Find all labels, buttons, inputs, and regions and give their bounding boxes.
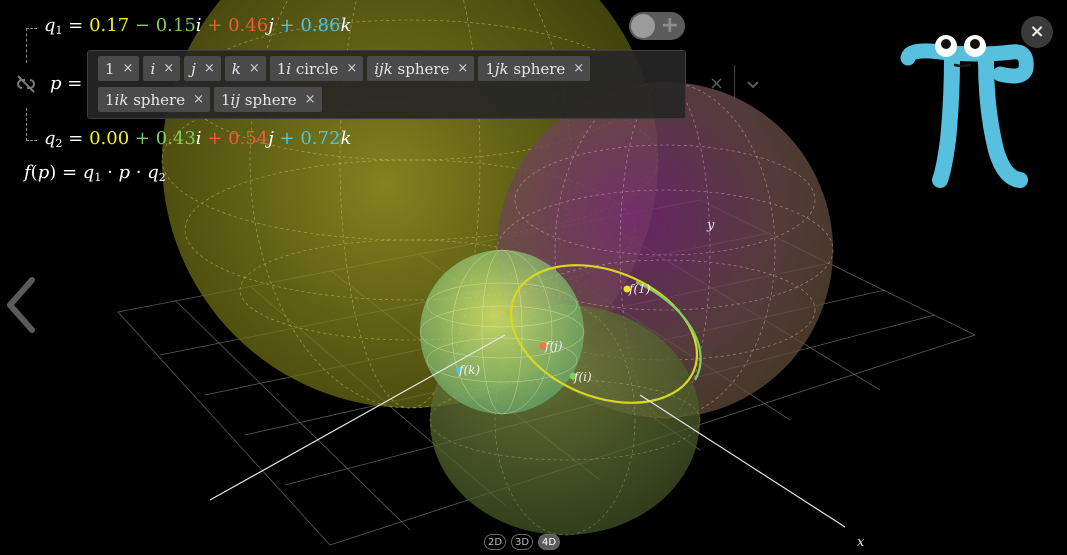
link-bracket-bottom <box>26 108 37 141</box>
label-fj: f(j) <box>545 339 563 353</box>
toggle-knob <box>631 14 655 38</box>
remove-chip-icon[interactable]: × <box>123 61 134 76</box>
input-chip[interactable]: 1i circle × <box>269 56 364 81</box>
input-chip[interactable]: 1ij sphere × <box>214 87 322 112</box>
label-fk: f(k) <box>459 363 481 377</box>
dim-button-4d[interactable]: 4D <box>538 534 560 550</box>
y-axis-label: y <box>707 218 715 233</box>
link-bracket-top <box>26 28 37 63</box>
chip-label: j <box>191 59 196 78</box>
chip-label: 1 <box>105 59 115 78</box>
add-toggle[interactable]: + <box>629 12 685 40</box>
input-chip[interactable]: i × <box>143 56 181 81</box>
chip-label: 1ij sphere <box>221 90 297 109</box>
input-chip[interactable]: k × <box>224 56 266 81</box>
label-f1: f(1) <box>629 282 651 296</box>
x-axis-label: x <box>857 535 865 550</box>
pi-logo <box>900 35 1034 188</box>
back-arrow-icon[interactable] <box>2 276 40 334</box>
remove-chip-icon[interactable]: × <box>249 61 260 76</box>
small-sphere <box>419 249 585 415</box>
chip-label: 1ik sphere <box>105 90 186 109</box>
label-fi: f(i) <box>574 370 592 384</box>
remove-chip-icon[interactable]: × <box>457 61 468 76</box>
q2-equation[interactable]: q2 = 0.00 + 0.43i + 0.54j + 0.72k <box>44 128 351 150</box>
p-input-panel[interactable]: 1 × i × j × k × 1i circle × ijk sphere × 1jk sphere ×… <box>87 50 759 119</box>
remove-chip-icon[interactable]: × <box>204 61 215 76</box>
remove-chip-icon[interactable]: × <box>346 61 357 76</box>
chevron-down-icon <box>747 81 759 89</box>
link-icon[interactable] <box>15 74 37 94</box>
dimension-switch: 2D 3D 4D <box>484 534 560 550</box>
input-chip[interactable]: ijk sphere × <box>367 56 475 81</box>
input-chip[interactable]: 1ik sphere × <box>98 87 210 112</box>
plus-icon: + <box>660 13 679 38</box>
input-chip[interactable]: 1 × <box>98 56 140 81</box>
function-equation: f(p) = q1 · p · q2 <box>24 162 166 184</box>
input-chip[interactable]: 1jk sphere × <box>478 56 591 81</box>
remove-chip-icon[interactable]: × <box>163 61 174 76</box>
chip-label: ijk sphere <box>374 59 450 78</box>
chip-label: i <box>150 59 156 78</box>
chip-label: 1i circle <box>276 59 339 78</box>
input-chip[interactable]: j × <box>184 56 221 81</box>
q1-equation[interactable]: q1 = 0.17 − 0.15i + 0.46j + 0.86k <box>44 15 351 37</box>
p-label: p = <box>50 73 83 94</box>
remove-chip-icon[interactable]: × <box>193 92 204 107</box>
dropdown-toggle[interactable] <box>734 65 771 105</box>
remove-chip-icon[interactable]: × <box>305 92 316 107</box>
chip-label: k <box>231 59 241 78</box>
dim-button-3d[interactable]: 3D <box>511 534 533 550</box>
remove-chip-icon[interactable]: × <box>573 61 584 76</box>
chip-label: 1jk sphere <box>485 59 566 78</box>
clear-all-icon[interactable]: × <box>709 73 724 94</box>
dim-button-2d[interactable]: 2D <box>484 534 506 550</box>
